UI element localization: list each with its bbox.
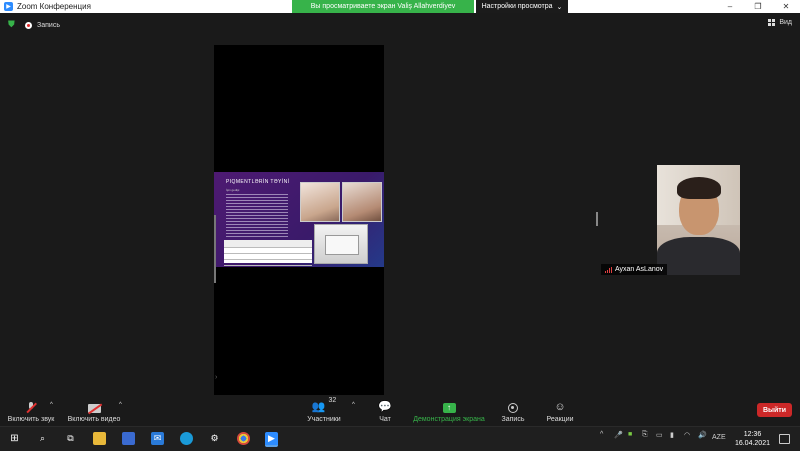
tray-chevron-up-icon[interactable]: ^	[600, 431, 603, 438]
slide-table	[224, 240, 312, 266]
slide-title: PIQMENTLƏRİN TƏYİNİ	[226, 179, 290, 185]
video-camera-off-icon	[87, 404, 101, 413]
windows-start-icon[interactable]: ⊞	[8, 432, 21, 445]
participant-name: Ayxan AsLanov	[615, 266, 664, 273]
slide-photo	[342, 182, 382, 222]
audio-options-caret-icon[interactable]: ^	[50, 402, 53, 408]
search-icon[interactable]: ⌕	[36, 432, 49, 445]
slide-photo-instrument	[314, 224, 368, 264]
recording-indicator[interactable]: Запись	[25, 19, 60, 31]
task-view-icon[interactable]: ⧉	[64, 432, 77, 445]
start-video-label: Включить видео	[67, 416, 121, 423]
slide-photo	[300, 182, 340, 222]
slide-subtitle: İşin gedişi	[226, 188, 240, 192]
participants-label: Участники	[307, 416, 341, 423]
view-options-label: Настройки просмотра	[481, 3, 553, 10]
unmute-label: Включить звук	[7, 416, 55, 423]
volume-tray-icon[interactable]: 🔊	[698, 431, 707, 439]
chat-bubble-icon: 💬	[378, 401, 392, 413]
window-title: Zoom Конференция	[17, 2, 91, 11]
share-screen-button[interactable]: ↑ Демонстрация экрана	[412, 397, 486, 423]
language-indicator[interactable]: AZE	[712, 434, 726, 441]
chevron-right-icon[interactable]: ›	[215, 374, 217, 381]
unmute-button[interactable]: Включить звук	[6, 397, 56, 423]
participants-icon: 👥	[311, 401, 326, 413]
signal-strength-icon	[605, 266, 612, 273]
notification-center-icon[interactable]	[779, 434, 790, 444]
view-button[interactable]: Вид	[768, 19, 792, 26]
clock-time: 12:36	[743, 431, 762, 438]
nvidia-tray-icon[interactable]: ■	[628, 431, 632, 438]
start-video-button[interactable]: Включить видео	[66, 397, 122, 423]
share-banner-text: Вы просматриваете экран Valiş Allahverdi…	[310, 3, 456, 10]
participant-name-tag: Ayxan AsLanov	[601, 264, 668, 275]
video-options-caret-icon[interactable]: ^	[119, 402, 122, 408]
recording-label: Запись	[37, 21, 60, 29]
panel-splitter-handle[interactable]	[596, 212, 598, 226]
zoom-app-icon: ▶	[4, 2, 13, 11]
participant-video[interactable]	[657, 165, 740, 275]
battery-tray-icon[interactable]: ▮	[670, 431, 674, 439]
participants-caret-icon[interactable]: ^	[352, 402, 355, 408]
shared-screen-scrollbar[interactable]	[214, 215, 216, 283]
meeting-toolbar: Включить звук ^ Включить видео ^ 👥 32 Уча…	[0, 397, 800, 426]
grid-icon	[768, 19, 776, 26]
chevron-down-icon: ⌄	[556, 3, 563, 11]
display-tray-icon[interactable]: ▭	[656, 431, 663, 439]
slide-text-block	[226, 194, 288, 238]
reactions-label: Реакции	[546, 416, 574, 423]
share-screen-icon: ↑	[442, 403, 456, 413]
network-tray-icon[interactable]: ⎘	[642, 431, 648, 439]
taskbar-clock[interactable]: 12:36 16.04.2021	[735, 430, 770, 448]
record-dot-icon	[25, 21, 32, 29]
shared-slide: PIQMENTLƏRİN TƏYİNİ İşin gedişi	[214, 172, 384, 267]
close-button[interactable]: ✕	[772, 0, 800, 13]
settings-gear-icon[interactable]: ⚙	[208, 432, 221, 445]
smiley-add-icon: ☺	[554, 401, 566, 413]
participants-button[interactable]: 👥 32 Участники	[304, 397, 344, 423]
view-label: Вид	[779, 19, 792, 26]
chrome-icon[interactable]	[237, 432, 250, 445]
clock-date: 16.04.2021	[734, 440, 770, 447]
record-label: Запись	[501, 416, 525, 423]
share-banner: Вы просматриваете экран Valiş Allahverdi…	[292, 0, 474, 13]
share-screen-label: Демонстрация экрана	[413, 416, 485, 423]
windows-taskbar: ⊞ ⌕ ⧉ ✉ ⚙ ▶ ^ 🎤 ■ ⎘ ▭ ▮ ◠ 🔊 AZE 12:36 16…	[0, 426, 800, 451]
window-controls: – ❐ ✕	[716, 0, 800, 13]
chat-button[interactable]: 💬 Чат	[374, 397, 396, 423]
store-icon[interactable]	[122, 432, 135, 445]
participants-count: 32	[328, 397, 337, 404]
minimize-button[interactable]: –	[716, 0, 744, 13]
reactions-button[interactable]: ☺ Реакции	[544, 397, 576, 423]
record-icon	[508, 403, 518, 413]
record-button[interactable]: Запись	[498, 397, 528, 423]
mail-icon[interactable]: ✉	[151, 432, 164, 445]
wifi-tray-icon[interactable]: ◠	[684, 431, 690, 439]
microphone-tray-icon[interactable]: 🎤	[614, 431, 623, 439]
maximize-button[interactable]: ❐	[744, 0, 772, 13]
leave-button[interactable]: Выйти	[757, 403, 792, 417]
edge-browser-icon[interactable]	[180, 432, 193, 445]
zoom-taskbar-icon[interactable]: ▶	[265, 432, 278, 447]
chat-label: Чат	[379, 416, 391, 423]
shield-icon[interactable]: ⛊	[8, 19, 16, 29]
file-explorer-icon[interactable]	[93, 432, 106, 445]
microphone-muted-icon	[26, 402, 36, 413]
view-options-button[interactable]: Настройки просмотра ⌄	[476, 0, 568, 13]
